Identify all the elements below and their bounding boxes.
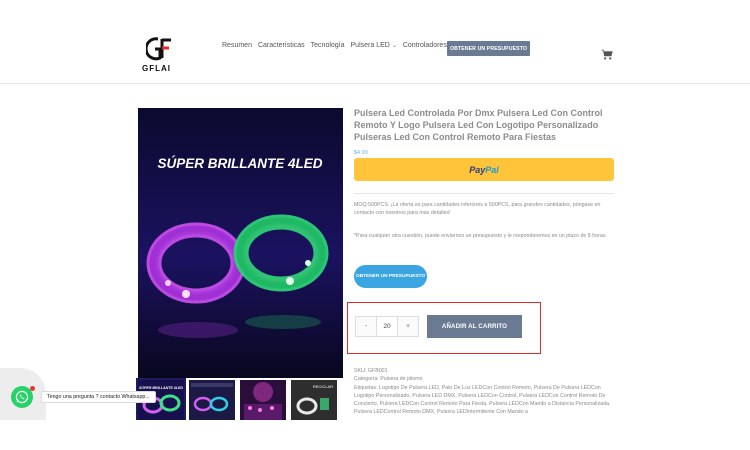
- paypal-button[interactable]: Pay Pal: [354, 158, 614, 181]
- site-header: GFLAI Resumen Características Tecnología…: [0, 28, 750, 84]
- paypal-label-pal: Pal: [485, 164, 499, 175]
- quantity-stepper: - 20 +: [355, 316, 419, 337]
- product-page: GFLAI Resumen Características Tecnología…: [0, 0, 750, 420]
- product-meta: SKU: GFB001 Categoría: Pulsera de pilomo…: [354, 367, 616, 417]
- notification-dot: [30, 386, 35, 391]
- quantity-increase-button[interactable]: +: [398, 317, 418, 336]
- nav-item-tecnologia[interactable]: Tecnología: [311, 42, 345, 49]
- paypal-label-pay: Pay: [469, 164, 486, 175]
- product-tags: Etiquetas: Logotipo De Pulsera LED, Palo…: [354, 384, 611, 416]
- product-sku: SKU: GFB001: [354, 368, 388, 374]
- whatsapp-tooltip[interactable]: Tengo una pregunta ? contacto Whatsapp..…: [41, 391, 156, 403]
- whatsapp-icon: [15, 390, 29, 404]
- nav-item-caracteristicas[interactable]: Características: [258, 42, 305, 49]
- product-price: $4.99: [354, 150, 368, 156]
- add-to-cart-button[interactable]: AÑADIR AL CARRITO: [427, 315, 522, 338]
- product-category: Categoría: Pulsera de pilomo: [354, 376, 423, 383]
- product-title: Pulsera Led Controlada Por Dmx Pulsera L…: [354, 108, 603, 142]
- header-quote-button[interactable]: OBTENER UN PRESUPUESTO: [447, 41, 530, 56]
- product-moq-text: MOQ:500PCS. ¡La oferta es para cantidade…: [354, 202, 601, 216]
- cart-icon[interactable]: [601, 49, 613, 61]
- thumbnail-2[interactable]: [189, 380, 235, 420]
- nav-item-pulsera-led-label: Pulsera LED: [350, 42, 390, 49]
- divider: [354, 193, 614, 194]
- nav-item-controladores[interactable]: Controladores: [403, 42, 447, 49]
- get-quote-button[interactable]: OBTENER UN PRESUPUESTO: [354, 265, 427, 288]
- quantity-input[interactable]: 20: [376, 317, 398, 336]
- chevron-down-icon: ⌄: [391, 43, 397, 49]
- image-headline: SÚPER BRILLANTE 4LED: [157, 156, 322, 171]
- site-logo[interactable]: GFLAI: [142, 36, 178, 76]
- thumbnail-4[interactable]: RECICLAR: [291, 380, 337, 420]
- page-bottom-margin: [0, 420, 750, 450]
- quantity-decrease-button[interactable]: -: [356, 317, 376, 336]
- bracelet-photo: SÚPER BRILLANTE 4LED: [138, 108, 343, 378]
- product-thumbnails: SÚPER BRILLANTE 4LED RECICLAR: [136, 378, 337, 420]
- main-nav: Resumen Características Tecnología Pulse…: [222, 42, 447, 49]
- product-main-image[interactable]: SÚPER BRILLANTE 4LED: [138, 108, 343, 378]
- thumbnail-3[interactable]: [240, 380, 286, 420]
- logo-mark-icon: [146, 37, 171, 61]
- nav-item-pulsera-led[interactable]: Pulsera LED ⌄: [351, 42, 397, 49]
- nav-item-resumen[interactable]: Resumen: [222, 42, 252, 49]
- product-quote-note: *Para cualquier otra cuestión, puede env…: [354, 233, 607, 239]
- thumbnail-4-caption: RECICLAR: [313, 384, 333, 389]
- thumbnail-1-caption: SÚPER BRILLANTE 4LED: [139, 385, 183, 390]
- logo-text: GFLAI: [142, 64, 171, 73]
